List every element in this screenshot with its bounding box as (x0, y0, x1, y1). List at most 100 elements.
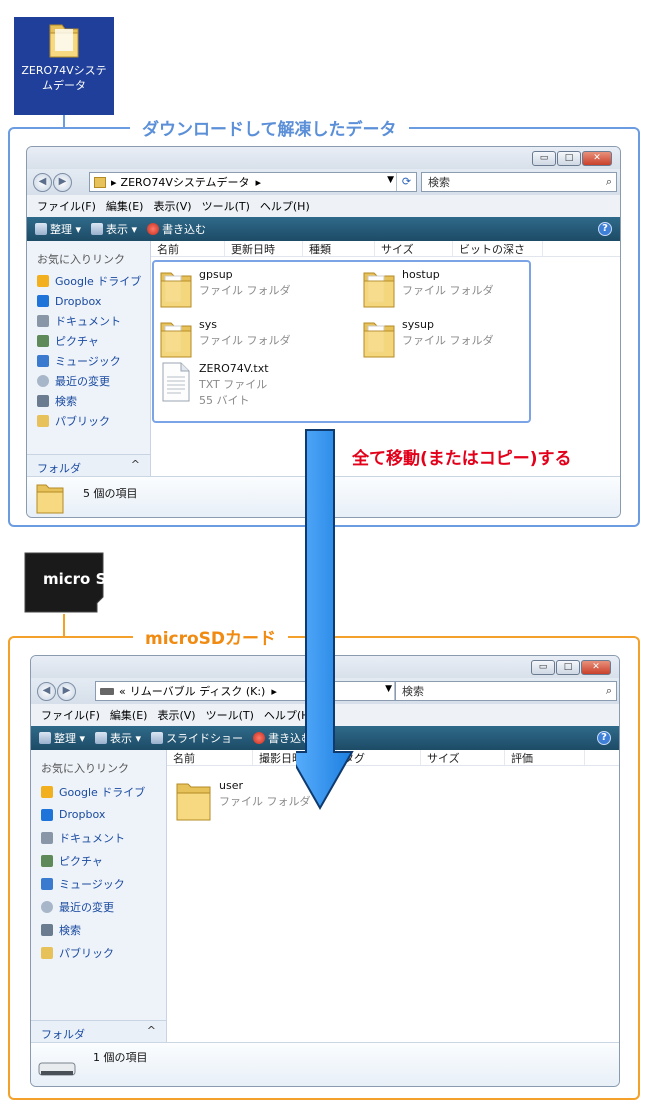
views-label: 表示 ▾ (106, 223, 138, 236)
close-button[interactable]: ✕ (582, 151, 612, 166)
favorites-title: お気に入りリンク (41, 762, 129, 775)
menu-bar: ファイル(F) 編集(E) 表示(V) ツール(T) ヘルプ(H) (27, 195, 620, 217)
music-icon (41, 877, 53, 890)
sidebar-item-label: Dropbox (55, 294, 102, 308)
address-row: ◀ ▶ ▸ ZERO74Vシステムデータ ▸ ▼ ⟳ 検索 ⌕ (27, 169, 620, 195)
sidebar-item-label: ミュージック (59, 877, 125, 891)
sidebar-item-documents[interactable]: ドキュメント (27, 311, 150, 331)
address-bar[interactable]: ▸ ZERO74Vシステムデータ ▸ ▼ ⟳ (89, 172, 417, 192)
help-icon[interactable]: ? (597, 731, 611, 745)
folder-icon (36, 484, 64, 514)
organize-button[interactable]: 整理 ▾ (39, 730, 85, 746)
menu-file[interactable]: ファイル(F) (41, 707, 100, 723)
desktop-icon-label: ZERO74Vシステムデータ (21, 64, 107, 92)
views-button[interactable]: 表示 ▾ (95, 730, 141, 746)
column-name[interactable]: 名前 (167, 750, 253, 765)
maximize-button[interactable]: □ (557, 151, 581, 166)
sidebar-item-music[interactable]: ミュージック (31, 872, 166, 895)
menu-help[interactable]: ヘルプ(H) (260, 198, 310, 214)
sidebar-item-pictures[interactable]: ピクチャ (31, 849, 166, 872)
back-button[interactable]: ◀ (37, 681, 56, 701)
search-placeholder: 検索 (402, 685, 424, 698)
chevron-up-icon[interactable]: ^ (147, 1024, 156, 1037)
dropbox-icon (41, 808, 53, 821)
sidebar-item-label: ドキュメント (55, 315, 121, 328)
item-count: 1 個の項目 (93, 1051, 148, 1064)
sidebar-item-google-drive[interactable]: Google ドライブ (27, 271, 150, 291)
organize-button[interactable]: 整理 ▾ (35, 221, 81, 237)
menu-file[interactable]: ファイル(F) (37, 198, 96, 214)
menu-view[interactable]: 表示(V) (157, 707, 195, 723)
burn-label: 書き込む (162, 223, 207, 236)
views-icon (95, 732, 108, 744)
sidebar-item-documents[interactable]: ドキュメント (31, 826, 166, 849)
sidebar-item-dropbox[interactable]: Dropbox (31, 803, 166, 826)
menu-view[interactable]: 表示(V) (153, 198, 191, 214)
sidebar-item-search[interactable]: 検索 (31, 918, 166, 941)
address-separator: ▸ (255, 175, 262, 189)
forward-button[interactable]: ▶ (57, 681, 76, 701)
folders-toggle[interactable]: フォルダ ^ (27, 454, 150, 476)
removable-drive-icon (38, 1062, 76, 1076)
help-icon[interactable]: ? (598, 222, 612, 236)
sidebar-item-recent[interactable]: 最近の変更 (27, 371, 150, 391)
organize-icon (39, 732, 51, 744)
address-path: リムーバブル ディスク (K:) (129, 685, 266, 698)
refresh-icon[interactable]: ⟳ (396, 173, 416, 191)
column-rating[interactable]: 評価 (505, 750, 585, 765)
chevron-down-icon[interactable]: ▼ (385, 684, 392, 694)
sidebar-item-label: ミュージック (55, 355, 121, 368)
minimize-button[interactable]: ▭ (531, 660, 555, 675)
column-size[interactable]: サイズ (421, 750, 505, 765)
slideshow-button[interactable]: スライドショー (151, 730, 243, 746)
chevron-up-icon[interactable]: ^ (131, 458, 140, 471)
folder-icon (94, 176, 106, 188)
recent-changes-icon (37, 375, 49, 387)
sidebar-item-music[interactable]: ミュージック (27, 351, 150, 371)
search-icon[interactable]: ⌕ (606, 684, 612, 698)
minimize-button[interactable]: ▭ (532, 151, 556, 166)
sidebar-item-label: パブリック (55, 415, 110, 428)
column-name[interactable]: 名前 (151, 241, 225, 256)
address-bar[interactable]: « リムーバブル ディスク (K:) ▸ ▼ ⟳ (95, 681, 415, 701)
menu-edit[interactable]: 編集(E) (110, 707, 148, 723)
column-bit-depth[interactable]: ビットの深さ (453, 241, 543, 256)
views-label: 表示 ▾ (110, 732, 142, 745)
sidebar-item-dropbox[interactable]: Dropbox (27, 291, 150, 311)
connector-line (63, 614, 65, 638)
music-icon (37, 355, 49, 367)
search-input[interactable]: 検索 ⌕ (421, 172, 617, 192)
sidebar-item-search[interactable]: 検索 (27, 391, 150, 411)
maximize-button[interactable]: □ (556, 660, 580, 675)
search-input[interactable]: 検索 ⌕ (395, 681, 617, 701)
search-folder-icon (37, 395, 49, 407)
forward-button[interactable]: ▶ (53, 172, 72, 192)
sidebar-item-recent[interactable]: 最近の変更 (31, 895, 166, 918)
back-button[interactable]: ◀ (33, 172, 52, 192)
address-path: ZERO74Vシステムデータ (120, 176, 250, 189)
sidebar-item-pictures[interactable]: ピクチャ (27, 331, 150, 351)
sidebar-item-label: 検索 (55, 395, 77, 408)
sidebar-item-label: ピクチャ (55, 335, 99, 348)
column-type[interactable]: 種類 (303, 241, 375, 256)
sidebar-item-public[interactable]: パブリック (31, 941, 166, 964)
burn-button[interactable]: 書き込む (147, 221, 206, 237)
column-size[interactable]: サイズ (375, 241, 453, 256)
file-item-user[interactable]: user ファイル フォルダ (175, 778, 311, 822)
microsd-logo: micro SD (43, 570, 107, 588)
menu-tools[interactable]: ツール(T) (202, 198, 250, 214)
menu-tools[interactable]: ツール(T) (206, 707, 254, 723)
sidebar-item-public[interactable]: パブリック (27, 411, 150, 431)
sidebar-item-google-drive[interactable]: Google ドライブ (31, 780, 166, 803)
search-icon[interactable]: ⌕ (606, 175, 612, 189)
address-separator: ▸ (271, 684, 277, 698)
folders-toggle[interactable]: フォルダ ^ (31, 1020, 166, 1042)
menu-edit[interactable]: 編集(E) (106, 198, 144, 214)
documents-icon (37, 315, 49, 327)
close-button[interactable]: ✕ (581, 660, 611, 675)
desktop-folder-icon[interactable]: ZERO74Vシステムデータ (14, 17, 114, 115)
chevron-down-icon[interactable]: ▼ (387, 175, 394, 185)
slideshow-label: スライドショー (166, 732, 244, 745)
views-button[interactable]: 表示 ▾ (91, 221, 137, 237)
column-modified[interactable]: 更新日時 (225, 241, 303, 256)
